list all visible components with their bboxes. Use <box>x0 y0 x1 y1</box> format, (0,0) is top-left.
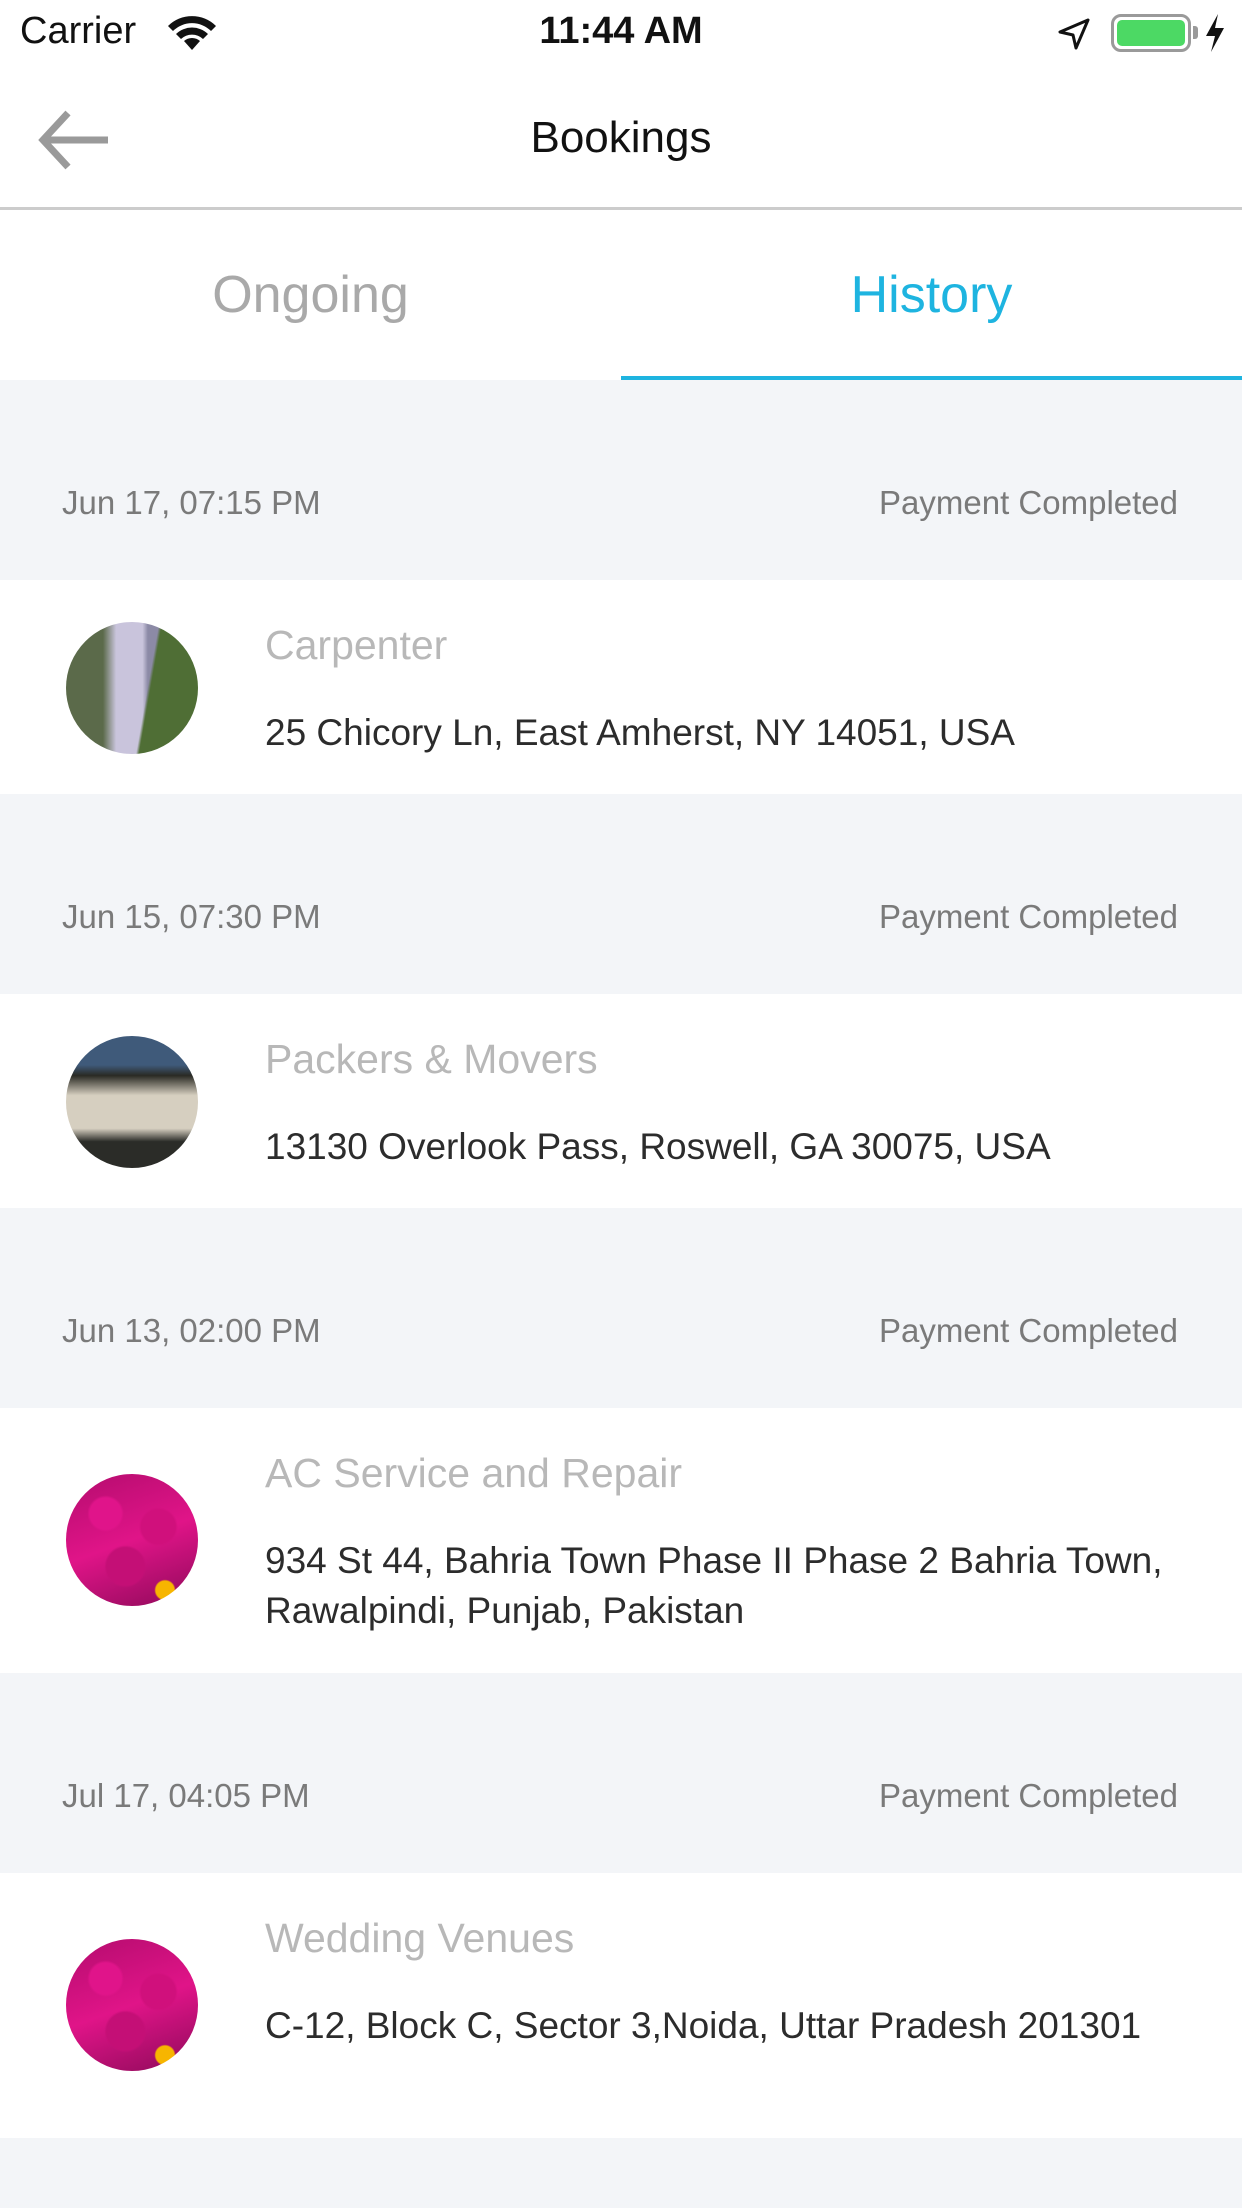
battery-tip <box>1193 26 1198 39</box>
booking-address: 25 Chicory Ln, East Amherst, NY 14051, U… <box>265 712 1015 753</box>
battery-level <box>1117 20 1185 46</box>
booking-card[interactable]: Packers & Movers 13130 Overlook Pass, Ro… <box>0 994 1242 1208</box>
charging-bolt-icon <box>1206 14 1224 52</box>
booking-card[interactable]: AC Service and Repair 934 St 44, Bahria … <box>0 1408 1242 1673</box>
booking-address: 934 St 44, Bahria Town Phase II Phase 2 … <box>265 1540 1163 1631</box>
tab-history[interactable]: History <box>621 210 1242 380</box>
booking-date: Jun 15, 07:30 PM <box>62 898 321 935</box>
booking-date: Jul 17, 04:05 PM <box>62 1777 310 1814</box>
service-image <box>66 1036 198 1168</box>
location-arrow-icon <box>1058 18 1090 50</box>
service-name: Wedding Venues <box>265 1915 575 1961</box>
service-image <box>66 1474 198 1606</box>
booking-address: C-12, Block C, Sector 3,Noida, Uttar Pra… <box>265 2005 1142 2046</box>
service-name: Packers & Movers <box>265 1036 598 1082</box>
battery-icon <box>1111 14 1191 52</box>
booking-header: Jun 13, 02:00 PM Payment Completed <box>0 1208 1242 1408</box>
status-bar: Carrier 11:44 AM <box>0 0 1242 75</box>
booking-header: Jun 15, 07:30 PM Payment Completed <box>0 794 1242 994</box>
booking-date: Jun 17, 07:15 PM <box>62 484 321 521</box>
payment-status: Payment Completed <box>879 484 1178 521</box>
service-image <box>66 1939 198 2071</box>
navigation-bar: Bookings <box>0 75 1242 210</box>
booking-address: 13130 Overlook Pass, Roswell, GA 30075, … <box>265 1126 1051 1167</box>
booking-date: Jun 13, 02:00 PM <box>62 1312 321 1349</box>
payment-status: Payment Completed <box>879 898 1178 935</box>
page-title: Bookings <box>530 113 712 162</box>
booking-header: Jul 17, 04:05 PM Payment Completed <box>0 1673 1242 1873</box>
bookings-list: Jun 17, 07:15 PM Payment Completed Carpe… <box>0 380 1242 2138</box>
booking-header: Jun 17, 07:15 PM Payment Completed <box>0 380 1242 580</box>
booking-card[interactable]: Carpenter 25 Chicory Ln, East Amherst, N… <box>0 580 1242 794</box>
booking-card[interactable]: Wedding Venues C-12, Block C, Sector 3,N… <box>0 1873 1242 2138</box>
tab-ongoing[interactable]: Ongoing <box>0 210 621 380</box>
payment-status: Payment Completed <box>879 1312 1178 1349</box>
service-name: Carpenter <box>265 622 448 668</box>
service-image <box>66 622 198 754</box>
tab-bar: Ongoing History <box>0 210 1242 380</box>
service-name: AC Service and Repair <box>265 1450 683 1496</box>
payment-status: Payment Completed <box>879 1777 1178 1814</box>
